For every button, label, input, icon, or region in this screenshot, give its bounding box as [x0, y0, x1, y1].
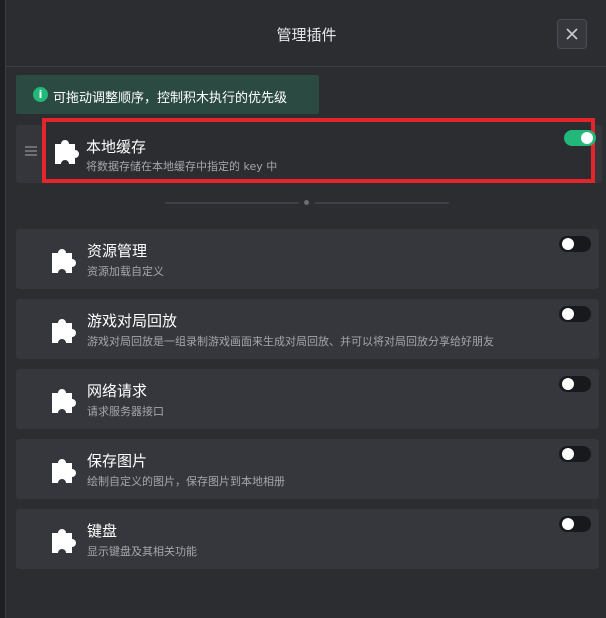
plugin-name: 键盘: [87, 522, 118, 540]
plugin-card[interactable]: 键盘 显示键盘及其相关功能: [16, 509, 599, 569]
puzzle-icon: [52, 389, 76, 413]
plugin-card-dragging[interactable]: 本地缓存 将数据存储在本地缓存中指定的 key 中: [42, 118, 596, 183]
modal-title: 管理插件: [276, 26, 337, 44]
plugin-card[interactable]: 游戏对局回放 游戏对局回放是一组录制游戏画面来生成对局回放、并可以将对局回放分享…: [16, 299, 599, 359]
drop-divider-right: [315, 202, 449, 204]
modal-header: 管理插件: [6, 0, 606, 67]
toggle-knob: [562, 448, 574, 460]
plugin-toggle[interactable]: [559, 306, 591, 322]
plugin-description: 资源加载自定义: [87, 265, 164, 278]
plugin-name: 资源管理: [87, 242, 148, 260]
drag-order-notice: i 可拖动调整顺序，控制积木执行的优先级: [16, 75, 319, 114]
toggle-knob: [581, 132, 593, 144]
close-icon: [566, 28, 578, 40]
plugin-description: 游戏对局回放是一组录制游戏画面来生成对局回放、并可以将对局回放分享给好朋友: [87, 335, 494, 348]
plugin-description: 请求服务器接口: [87, 405, 164, 418]
toggle-knob: [562, 238, 574, 250]
plugin-toggle[interactable]: [559, 446, 591, 462]
toggle-knob: [562, 518, 574, 530]
plugin-name: 网络请求: [87, 382, 148, 400]
plugin-name: 本地缓存: [86, 138, 147, 156]
notice-text: 可拖动调整顺序，控制积木执行的优先级: [53, 91, 288, 106]
puzzle-icon: [52, 249, 76, 273]
close-button[interactable]: [557, 19, 587, 49]
toggle-knob: [562, 378, 574, 390]
plugin-card[interactable]: 保存图片 绘制自定义的图片，保存图片到本地相册: [16, 439, 599, 499]
toggle-knob: [562, 308, 574, 320]
plugin-toggle[interactable]: [559, 376, 591, 392]
plugin-description: 绘制自定义的图片，保存图片到本地相册: [87, 475, 285, 488]
plugin-toggle[interactable]: [559, 236, 591, 252]
plugin-toggle[interactable]: [564, 130, 596, 146]
puzzle-icon: [52, 319, 76, 343]
plugin-description: 将数据存储在本地缓存中指定的 key 中: [86, 160, 278, 173]
drop-divider-dot: [304, 200, 309, 205]
plugin-card[interactable]: 网络请求 请求服务器接口: [16, 369, 599, 429]
plugin-name: 保存图片: [87, 452, 148, 470]
puzzle-icon: [52, 529, 76, 553]
drop-divider-left: [165, 202, 299, 204]
plugin-toggle[interactable]: [559, 516, 591, 532]
puzzle-icon: [52, 459, 76, 483]
drag-handle-icon[interactable]: [25, 146, 37, 156]
plugin-card[interactable]: 资源管理 资源加载自定义: [16, 229, 599, 289]
plugin-description: 显示键盘及其相关功能: [87, 545, 197, 558]
puzzle-icon: [55, 140, 79, 164]
manage-plugins-modal: 管理插件 i 可拖动调整顺序，控制积木执行的优先级 本地缓存 将数据存储在本地缓…: [5, 0, 606, 618]
plugin-name: 游戏对局回放: [87, 312, 178, 330]
info-icon: i: [33, 87, 48, 102]
